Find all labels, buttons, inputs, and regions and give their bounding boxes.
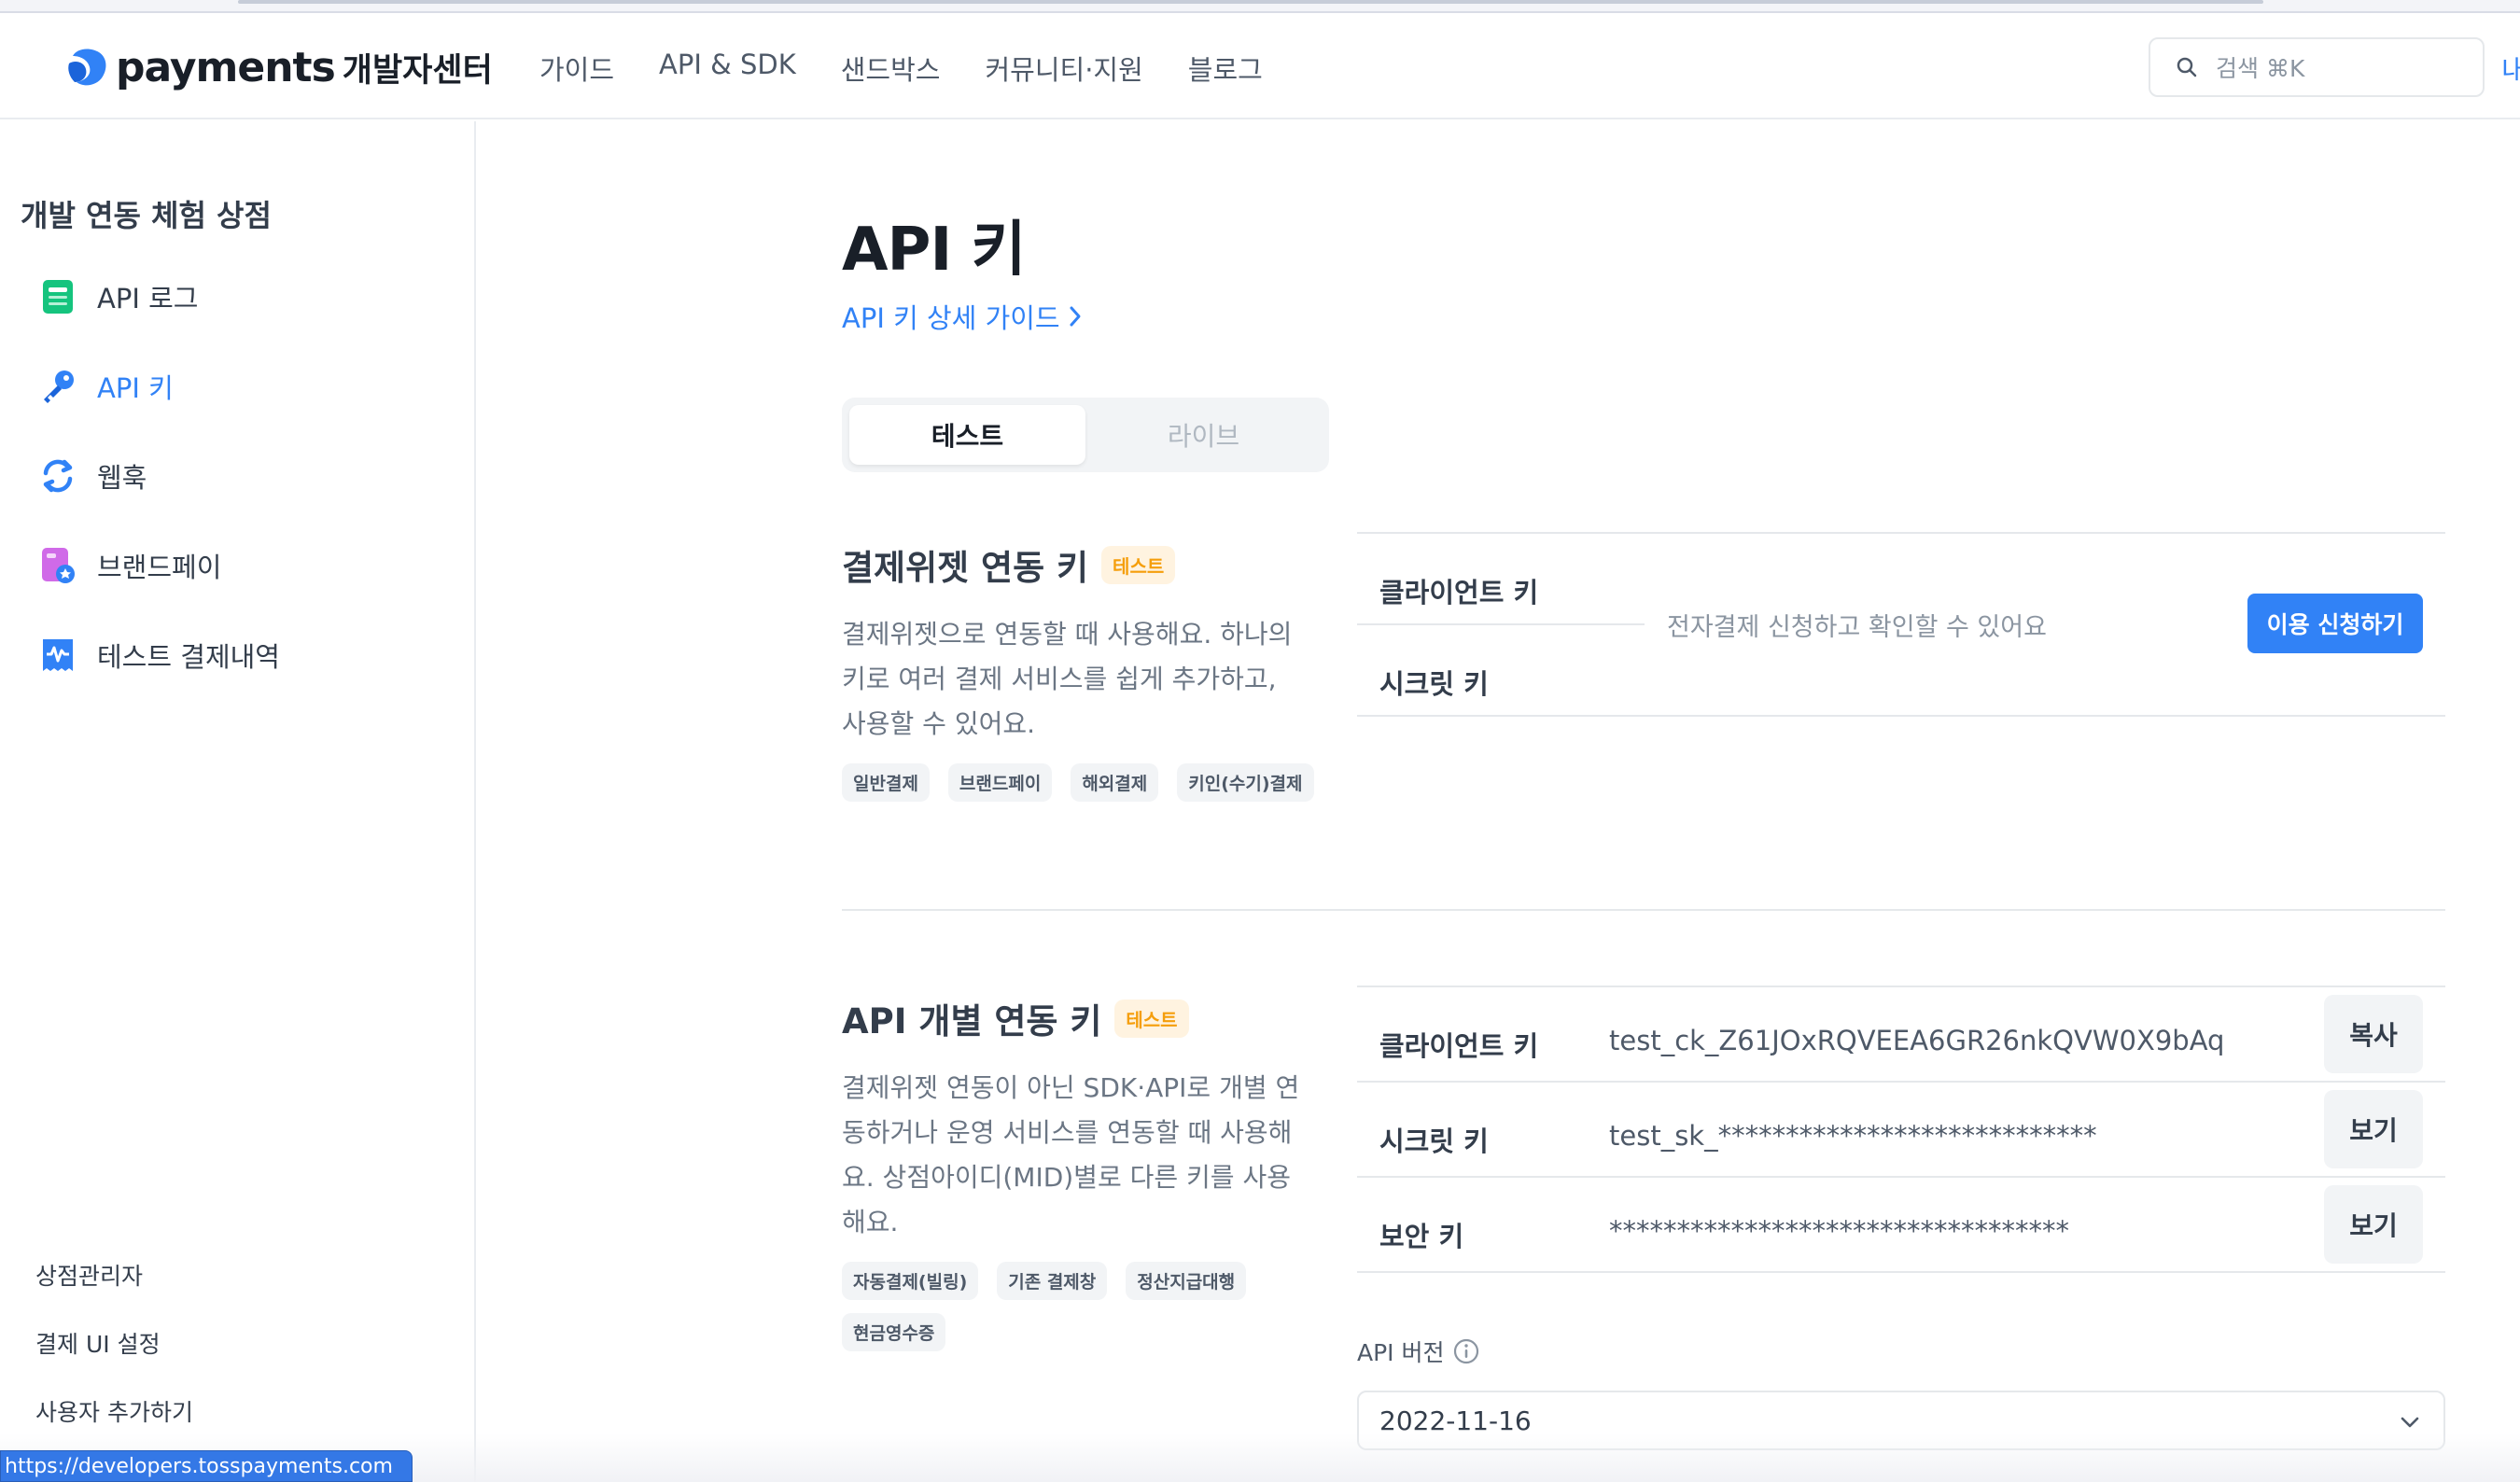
global-nav: 가이드 API & SDK 샌드박스 커뮤니티·지원 블로그 <box>539 49 1263 88</box>
service-chip: 키인(수기)결제 <box>1177 763 1314 802</box>
environment-tabs: 테스트 라이브 <box>842 398 1329 472</box>
chevron-right-icon <box>1070 306 1081 327</box>
refresh-icon <box>37 455 78 496</box>
brandpay-icon <box>37 545 78 586</box>
service-chip: 일반결제 <box>842 763 930 802</box>
section-title-text: API 개별 연동 키 <box>842 1001 1102 1042</box>
info-icon[interactable] <box>1452 1337 1480 1365</box>
row-divider <box>1357 623 1645 625</box>
sidebar-bottom-links: 상점관리자 결제 UI 설정 사용자 추가하기 <box>35 1258 193 1462</box>
search-placeholder: 검색 ⌘K <box>2216 55 2305 82</box>
global-header: payments 개발자센터 가이드 API & SDK 샌드박스 커뮤니티·지… <box>0 13 2520 119</box>
row-divider <box>1357 1081 2445 1083</box>
show-secret-key-button[interactable]: 보기 <box>2324 1090 2423 1168</box>
service-chip: 해외결제 <box>1071 763 1159 802</box>
nav-blog[interactable]: 블로그 <box>1188 49 1263 88</box>
brand-subtitle: 개발자센터 <box>342 51 493 90</box>
security-key-value: ********************************** <box>1609 1215 2069 1247</box>
api-key-description: 결제위젯 연동이 아닌 SDK·API로 개별 연동하거나 운영 서비스를 연동… <box>842 1072 1300 1237</box>
receipt-icon <box>37 635 78 676</box>
sidebar-item-label: API 로그 <box>97 283 199 315</box>
secret-key-label: 시크릿 키 <box>1379 1125 1489 1157</box>
nav-sandbox[interactable]: 샌드박스 <box>841 49 941 88</box>
sidebar-item-label: 웹훅 <box>97 462 147 494</box>
apply-note: 전자결제 신청하고 확인할 수 있어요 <box>1667 613 2047 642</box>
widget-key-description: 결제위젯으로 연동할 때 사용해요. 하나의 키로 여러 결제 서비스를 쉽게 … <box>842 619 1293 739</box>
panel-divider <box>1357 986 2445 987</box>
service-chip: 기존 결제창 <box>997 1262 1108 1300</box>
panel-divider <box>1357 1271 2445 1273</box>
section-divider <box>842 909 2445 911</box>
search-icon <box>2177 57 2197 77</box>
guide-link-label: API 키 상세 가이드 <box>842 302 1060 334</box>
search-input[interactable]: 검색 ⌘K <box>2149 37 2485 97</box>
nav-api-sdk[interactable]: API & SDK <box>659 49 796 88</box>
sidebar-item-api-log[interactable]: API 로그 <box>37 252 280 342</box>
panel-divider <box>1357 715 2445 717</box>
client-key-label: 클라이언트 키 <box>1379 577 1539 608</box>
widget-service-chips: 일반결제 브랜드페이 해외결제 키인(수기)결제 <box>842 763 1327 802</box>
api-key-section-title: API 개별 연동 키 테스트 <box>842 993 1189 1043</box>
sidebar-item-webhook[interactable]: 웹훅 <box>37 431 280 521</box>
my-menu-link[interactable]: 내 <box>2501 49 2520 88</box>
secret-key-value: test_sk_**************************** <box>1609 1120 2097 1152</box>
api-key-panel: 클라이언트 키 test_ck_Z61JOxRQVEEA6GR26nkQVW0X… <box>1357 986 2445 1275</box>
brand-name: payments <box>116 43 336 91</box>
apply-button[interactable]: 이용 신청하기 <box>2247 594 2423 653</box>
api-version-label-text: API 버전 <box>1357 1339 1445 1366</box>
api-service-chips: 자동결제(빌링) 기존 결제창 정산지급대행 현금영수증 <box>842 1262 1327 1351</box>
key-icon <box>37 366 78 407</box>
client-key-label: 클라이언트 키 <box>1379 1030 1539 1062</box>
widget-key-section-title: 결제위젯 연동 키 테스트 <box>842 539 1176 590</box>
service-chip: 브랜드페이 <box>947 763 1053 802</box>
merchant-admin-link[interactable]: 상점관리자 <box>35 1258 193 1326</box>
test-badge: 테스트 <box>1114 999 1189 1038</box>
link-status-bar: https://developers.tosspayments.com <box>0 1450 413 1482</box>
service-chip: 자동결제(빌링) <box>842 1262 979 1300</box>
test-badge: 테스트 <box>1101 545 1176 584</box>
payment-ui-settings-link[interactable]: 결제 UI 설정 <box>35 1326 193 1394</box>
tab-test[interactable]: 테스트 <box>849 405 1085 465</box>
panel-divider <box>1357 532 2445 534</box>
sidebar-item-label: API 키 <box>97 372 174 404</box>
sidebar-item-test-payments[interactable]: 테스트 결제내역 <box>37 610 280 700</box>
logo[interactable]: payments 개발자센터 <box>63 43 493 91</box>
browser-top-strip <box>0 0 2520 13</box>
sidebar-title: 개발 연동 체험 상점 <box>21 198 272 233</box>
service-chip: 정산지급대행 <box>1126 1262 1247 1300</box>
service-chip: 현금영수증 <box>842 1313 946 1351</box>
page-title: API 키 <box>842 216 1026 285</box>
toss-logo-icon <box>68 49 106 86</box>
sidebar-item-label: 브랜드페이 <box>97 552 222 583</box>
row-divider <box>1357 1176 2445 1178</box>
secret-key-label: 시크릿 키 <box>1379 668 1489 700</box>
nav-guide[interactable]: 가이드 <box>539 49 614 88</box>
api-version-value: 2022-11-16 <box>1379 1405 1532 1436</box>
sidebar-item-label: 테스트 결제내역 <box>97 641 280 673</box>
sidebar-item-brandpay[interactable]: 브랜드페이 <box>37 521 280 610</box>
sidebar: 개발 연동 체험 상점 API 로그 API 키 웹훅 브랜드페이 테스트 결제… <box>0 121 476 1482</box>
security-key-label: 보안 키 <box>1379 1221 1464 1252</box>
copy-button[interactable]: 복사 <box>2324 995 2423 1073</box>
sidebar-item-api-key[interactable]: API 키 <box>37 342 280 431</box>
document-icon <box>37 276 78 317</box>
sidebar-menu: API 로그 API 키 웹훅 브랜드페이 테스트 결제내역 <box>37 252 280 700</box>
client-key-value[interactable]: test_ck_Z61JOxRQVEEA6GR26nkQVW0X9bAq <box>1609 1025 2224 1056</box>
api-key-guide-link[interactable]: API 키 상세 가이드 <box>842 297 1083 336</box>
tab-live[interactable]: 라이브 <box>1085 405 1322 465</box>
chevron-down-icon <box>2401 1417 2419 1428</box>
nav-community[interactable]: 커뮤니티·지원 <box>985 49 1142 88</box>
section-title-text: 결제위젯 연동 키 <box>842 548 1089 588</box>
api-version-label: API 버전 <box>1357 1335 1480 1368</box>
browser-tab-strip <box>238 0 2263 4</box>
show-security-key-button[interactable]: 보기 <box>2324 1185 2423 1264</box>
widget-key-panel: 클라이언트 키 시크릿 키 전자결제 신청하고 확인할 수 있어요 이용 신청하… <box>1357 532 2445 719</box>
